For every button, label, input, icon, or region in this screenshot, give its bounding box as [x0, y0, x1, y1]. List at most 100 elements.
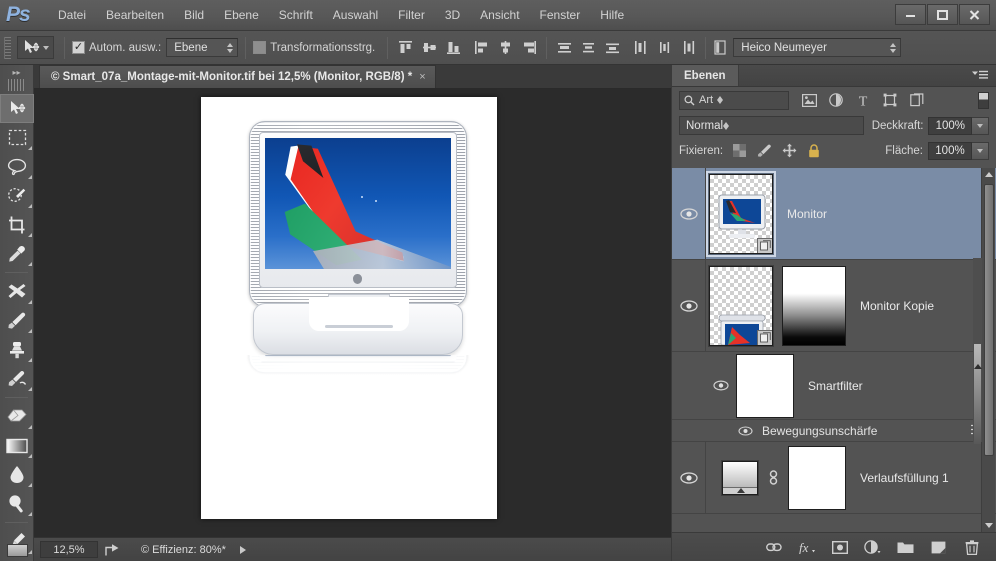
layer-thumbnail-monitor[interactable]	[706, 170, 776, 257]
menu-bearbeiten[interactable]: Bearbeiten	[96, 5, 174, 25]
opacity-field[interactable]: 100%	[928, 116, 973, 135]
layer-row-monitor[interactable]: Monitor	[672, 168, 996, 260]
menu-filter[interactable]: Filter	[388, 5, 435, 25]
scroll-down-button[interactable]	[982, 519, 996, 532]
maximize-button[interactable]	[927, 4, 958, 25]
distribute-top-edges-button[interactable]	[554, 38, 574, 58]
filter-shape-layers-button[interactable]	[882, 92, 898, 108]
align-vertical-centers-button[interactable]	[419, 38, 439, 58]
distribute-bottom-edges-button[interactable]	[602, 38, 622, 58]
menu-bild[interactable]: Bild	[174, 5, 214, 25]
blur-tool[interactable]	[0, 460, 34, 489]
filter-adjustment-layers-button[interactable]	[828, 92, 844, 108]
menu-fenster[interactable]: Fenster	[530, 5, 591, 25]
fill-dropdown-button[interactable]	[972, 141, 989, 160]
lock-image-pixels-button[interactable]	[756, 143, 772, 159]
clone-stamp-tool[interactable]	[0, 335, 34, 364]
smart-filter-row[interactable]: Smartfilter	[672, 352, 996, 420]
fill-field[interactable]: 100%	[928, 141, 972, 160]
menu-ansicht[interactable]: Ansicht	[470, 5, 529, 25]
distribute-right-edges-button[interactable]	[678, 38, 698, 58]
new-group-button[interactable]	[897, 539, 914, 556]
smart-filter-entry-row[interactable]: Bewegungsunschärfe	[672, 420, 996, 442]
add-layer-mask-button[interactable]	[831, 539, 848, 556]
smart-filter-entry-name[interactable]: Bewegungsunschärfe	[762, 424, 877, 438]
layer-inner-scrollbar-thumb[interactable]	[974, 344, 981, 444]
options-bar-grip[interactable]	[4, 36, 11, 59]
move-tool[interactable]	[0, 94, 34, 123]
layer-name-monitor-kopie[interactable]: Monitor Kopie	[860, 299, 934, 313]
layer-visibility-toggle-verlaufsfuellung[interactable]	[672, 442, 706, 513]
blend-mode-dropdown[interactable]: Normal	[679, 116, 864, 135]
spot-healing-brush-tool[interactable]	[0, 277, 34, 306]
tool-preset-picker[interactable]	[17, 36, 54, 59]
crop-tool[interactable]	[0, 210, 34, 239]
layer-list[interactable]: Monitor Monitor Kopie Smartfilter Bewegu…	[672, 168, 996, 532]
document-tab-close-icon[interactable]: ×	[419, 71, 425, 83]
smart-filter-mask-thumbnail[interactable]	[736, 353, 794, 418]
align-bottom-edges-button[interactable]	[443, 38, 463, 58]
foreground-background-color-swatch[interactable]	[7, 544, 28, 557]
smart-filter-entry-visibility-toggle[interactable]	[736, 425, 754, 436]
layer-name-verlaufsfuellung[interactable]: Verlaufsfüllung 1	[860, 471, 949, 485]
delete-layer-button[interactable]	[963, 539, 980, 556]
mask-link-button[interactable]	[765, 470, 781, 485]
menu-datei[interactable]: Datei	[48, 5, 96, 25]
distribute-horizontal-centers-button[interactable]	[654, 38, 674, 58]
align-right-edges-button[interactable]	[519, 38, 539, 58]
distribute-left-edges-button[interactable]	[630, 38, 650, 58]
new-adjustment-layer-button[interactable]	[864, 539, 881, 556]
lock-position-button[interactable]	[781, 143, 797, 159]
document-tab[interactable]: © Smart_07a_Montage-mit-Monitor.tif bei …	[39, 65, 436, 88]
layer-thumbnail-monitor-kopie[interactable]	[709, 265, 773, 346]
distribute-vertical-centers-button[interactable]	[578, 38, 598, 58]
auto-select-scope-dropdown[interactable]: Ebene	[166, 38, 239, 57]
smart-filter-label[interactable]: Smartfilter	[808, 379, 863, 393]
eraser-tool[interactable]	[0, 402, 34, 431]
menu-hilfe[interactable]: Hilfe	[590, 5, 634, 25]
lasso-tool[interactable]	[0, 152, 34, 181]
canvas-viewport[interactable]	[34, 89, 671, 537]
transform-controls-checkbox[interactable]	[253, 41, 267, 54]
opacity-dropdown-button[interactable]	[972, 116, 989, 135]
workspace-dropdown[interactable]: Heico Neumeyer	[733, 38, 902, 57]
layer-row-monitor-kopie[interactable]: Monitor Kopie	[672, 260, 996, 352]
align-left-edges-button[interactable]	[471, 38, 491, 58]
lock-all-button[interactable]	[806, 143, 822, 159]
layer-visibility-toggle-monitor-kopie[interactable]	[672, 260, 706, 351]
filter-type-dropdown[interactable]: Art	[679, 90, 789, 110]
smart-filter-visibility-toggle[interactable]	[706, 380, 736, 391]
layer-row-verlaufsfuellung[interactable]: Verlaufsfüllung 1	[672, 442, 996, 514]
layer-thumbnail-gradient-fill[interactable]	[722, 460, 758, 495]
toolbar-collapse-button[interactable]: ▸▸	[0, 65, 33, 79]
align-top-edges-button[interactable]	[395, 38, 415, 58]
filter-pixel-layers-button[interactable]	[801, 92, 817, 108]
history-brush-tool[interactable]	[0, 364, 34, 393]
lock-transparency-button[interactable]	[731, 143, 747, 159]
menu-auswahl[interactable]: Auswahl	[323, 5, 388, 25]
share-button[interactable]	[105, 543, 121, 557]
scroll-up-button[interactable]	[982, 168, 995, 181]
gradient-tool[interactable]	[0, 431, 34, 460]
filter-type-layers-button[interactable]: T	[855, 92, 871, 108]
quick-selection-tool[interactable]	[0, 181, 34, 210]
filter-smart-objects-button[interactable]	[909, 92, 925, 108]
layer-visibility-toggle-monitor[interactable]	[672, 168, 706, 259]
layer-name-monitor[interactable]: Monitor	[787, 207, 827, 221]
image-canvas[interactable]	[201, 97, 497, 519]
minimize-button[interactable]	[895, 4, 926, 25]
layers-scrollbar[interactable]	[981, 168, 995, 532]
brush-tool[interactable]	[0, 306, 34, 335]
auto-select-checkbox[interactable]: ✓	[72, 41, 85, 54]
status-expand-icon[interactable]	[239, 545, 246, 554]
eyedropper-tool[interactable]	[0, 239, 34, 268]
menu-schrift[interactable]: Schrift	[269, 5, 323, 25]
dodge-tool[interactable]	[0, 489, 34, 518]
new-layer-button[interactable]	[930, 539, 947, 556]
menu-ebene[interactable]: Ebene	[214, 5, 269, 25]
panel-menu-button[interactable]	[972, 65, 996, 86]
zoom-level-field[interactable]: 12,5%	[40, 541, 98, 558]
align-horizontal-centers-button[interactable]	[495, 38, 515, 58]
close-button[interactable]	[959, 4, 990, 25]
rectangular-marquee-tool[interactable]	[0, 123, 34, 152]
